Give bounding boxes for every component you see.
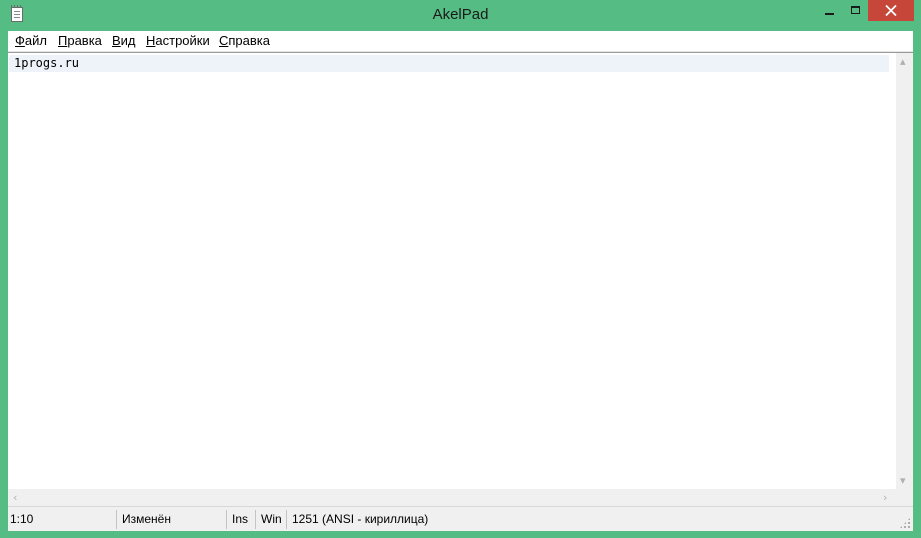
status-bar: 1:10 Изменён Ins Win 1251 (ANSI - кирилл… (8, 506, 913, 531)
status-codepage[interactable]: 1251 (ANSI - кириллица) (290, 510, 428, 529)
status-separator (116, 510, 117, 529)
status-insert-mode[interactable]: Ins (230, 510, 248, 529)
menu-file[interactable]: Файл (15, 33, 47, 48)
minimize-button[interactable] (816, 0, 842, 21)
menu-edit[interactable]: Правка (58, 33, 102, 48)
status-modified: Изменён (122, 512, 171, 526)
status-separator (255, 510, 256, 529)
status-cursor-position: 1:10 (10, 512, 34, 526)
close-icon (885, 5, 897, 16)
maximize-button[interactable] (843, 0, 869, 21)
scroll-left-icon[interactable]: ‹ (13, 492, 17, 503)
scroll-up-icon[interactable]: ▴ (900, 56, 906, 67)
status-newline-format[interactable]: Win (259, 510, 282, 529)
scroll-right-icon[interactable]: › (883, 492, 887, 503)
menu-help[interactable]: Справка (219, 33, 270, 48)
scroll-down-icon[interactable]: ▾ (900, 475, 906, 486)
editor-content[interactable]: 1progs.ru (14, 56, 79, 70)
vertical-scrollbar[interactable]: ▴ ▾ (896, 53, 913, 489)
horizontal-scrollbar[interactable]: ‹ › (8, 489, 913, 506)
menu-settings[interactable]: Настройки (146, 33, 210, 48)
resize-grip[interactable] (899, 517, 911, 529)
menu-view[interactable]: Вид (112, 33, 136, 48)
title-bar[interactable]: AkelPad (0, 0, 921, 31)
status-separator (226, 510, 227, 529)
current-line-highlight (9, 55, 889, 72)
status-separator (286, 510, 287, 529)
close-button[interactable] (868, 0, 914, 21)
app-window: AkelPad Файл Правка Вид Настройки Справк… (0, 0, 921, 538)
text-editor[interactable]: 1progs.ru ▴ ▾ ‹ › (8, 52, 913, 506)
menu-bar: Файл Правка Вид Настройки Справка (8, 31, 913, 52)
window-title: AkelPad (432, 6, 489, 23)
